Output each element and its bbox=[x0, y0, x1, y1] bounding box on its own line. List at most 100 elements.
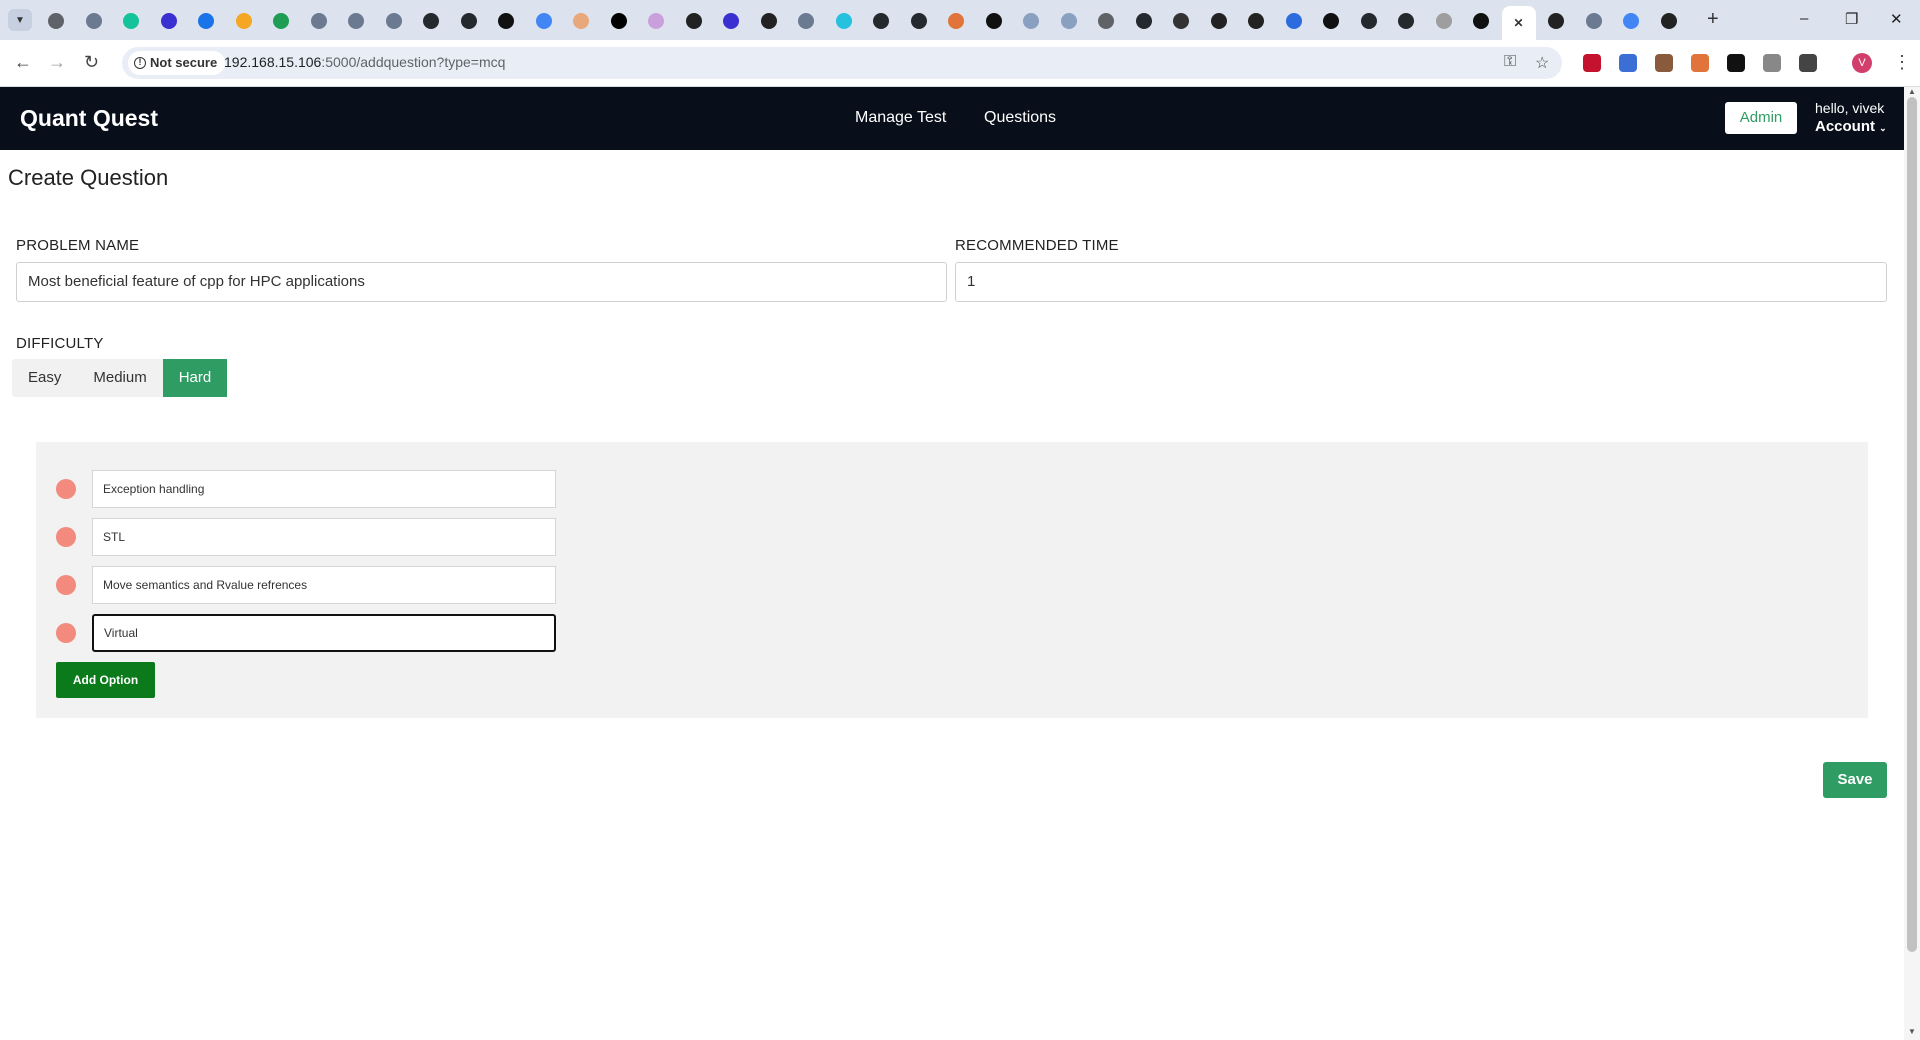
browser-tab[interactable] bbox=[719, 9, 743, 33]
difficulty-easy-button[interactable]: Easy bbox=[12, 359, 77, 397]
browser-tab[interactable] bbox=[494, 9, 518, 33]
browser-tab[interactable] bbox=[1657, 9, 1681, 33]
browser-tab-active[interactable]: ✕ bbox=[1501, 6, 1536, 40]
browser-tab[interactable] bbox=[1244, 9, 1268, 33]
reload-button[interactable]: ↻ bbox=[84, 52, 99, 73]
browser-tab[interactable] bbox=[569, 9, 593, 33]
forward-button[interactable]: → bbox=[48, 52, 66, 73]
account-menu[interactable]: Account ⌄ bbox=[1815, 118, 1887, 135]
browser-tab[interactable] bbox=[269, 9, 293, 33]
browser-tab[interactable] bbox=[1282, 9, 1306, 33]
browser-tab[interactable] bbox=[232, 9, 256, 33]
browser-menu-icon[interactable]: ⋮ bbox=[1893, 52, 1911, 73]
difficulty-medium-button[interactable]: Medium bbox=[77, 359, 162, 397]
nav-manage-test[interactable]: Manage Test bbox=[855, 109, 946, 127]
address-bar[interactable]: ! Not secure 192.168.15.106:5000/addques… bbox=[122, 47, 1562, 79]
extension-icon[interactable] bbox=[1583, 54, 1601, 72]
scroll-up-icon[interactable]: ▲ bbox=[1908, 87, 1916, 96]
browser-tab[interactable] bbox=[794, 9, 818, 33]
extension-icon[interactable] bbox=[1727, 54, 1745, 72]
scroll-down-icon[interactable]: ▼ bbox=[1908, 1027, 1916, 1036]
scrollbar-thumb[interactable] bbox=[1907, 97, 1917, 952]
browser-tab[interactable] bbox=[1432, 9, 1456, 33]
option-input[interactable]: Exception handling bbox=[92, 470, 556, 508]
browser-tab[interactable] bbox=[382, 9, 406, 33]
extension-icon[interactable] bbox=[1655, 54, 1673, 72]
browser-tab[interactable] bbox=[1319, 9, 1343, 33]
browser-tab[interactable] bbox=[644, 9, 668, 33]
brand-logo[interactable]: Quant Quest bbox=[20, 105, 158, 132]
save-button[interactable]: Save bbox=[1823, 762, 1887, 798]
browser-tab[interactable] bbox=[1582, 9, 1606, 33]
doc-icon bbox=[1435, 13, 1452, 29]
close-icon[interactable]: ✕ bbox=[1513, 16, 1523, 30]
page-scrollbar[interactable]: ▲ ▼ bbox=[1904, 87, 1920, 1040]
globe-icon bbox=[348, 13, 364, 29]
browser-tab[interactable] bbox=[532, 9, 556, 33]
browser-tab[interactable] bbox=[1394, 9, 1418, 33]
browser-tab[interactable] bbox=[757, 9, 781, 33]
browser-tab[interactable] bbox=[1207, 9, 1231, 33]
browser-tab[interactable] bbox=[982, 9, 1006, 33]
browser-tab[interactable] bbox=[1169, 9, 1193, 33]
star-icon[interactable]: ☆ bbox=[1535, 53, 1549, 73]
browser-tab[interactable] bbox=[1544, 9, 1568, 33]
extension-icon[interactable] bbox=[1799, 54, 1817, 72]
browser-tab[interactable] bbox=[344, 9, 368, 33]
tab-search-button[interactable]: ▼ bbox=[8, 9, 32, 31]
browser-tab[interactable] bbox=[1094, 9, 1118, 33]
browser-tab[interactable] bbox=[194, 9, 218, 33]
option-input[interactable]: Move semantics and Rvalue refrences bbox=[92, 566, 556, 604]
warning-icon: ! bbox=[134, 57, 146, 69]
browser-tab[interactable] bbox=[157, 9, 181, 33]
location-icon bbox=[573, 13, 589, 29]
browser-tab[interactable] bbox=[1057, 9, 1081, 33]
option-input[interactable]: Virtual bbox=[92, 614, 556, 652]
browser-tab[interactable] bbox=[1357, 9, 1381, 33]
security-chip[interactable]: ! Not secure bbox=[128, 51, 226, 75]
browser-tab[interactable] bbox=[869, 9, 893, 33]
key-icon[interactable]: ⚿ bbox=[1504, 53, 1516, 71]
github-icon bbox=[873, 13, 889, 29]
medium-icon bbox=[610, 13, 627, 29]
new-tab-button[interactable]: + bbox=[1707, 8, 1719, 31]
url-host: 192.168.15.106 bbox=[224, 54, 322, 70]
browser-tab[interactable] bbox=[44, 9, 68, 33]
browser-tab[interactable] bbox=[1019, 9, 1043, 33]
close-window-button[interactable]: ✕ bbox=[1890, 10, 1903, 28]
admin-button[interactable]: Admin bbox=[1725, 102, 1797, 134]
browser-tab[interactable] bbox=[1132, 9, 1156, 33]
browser-tab[interactable] bbox=[1469, 9, 1493, 33]
browser-tab[interactable] bbox=[607, 9, 631, 33]
minimize-button[interactable]: – bbox=[1800, 10, 1808, 27]
browser-tab[interactable] bbox=[419, 9, 443, 33]
github-icon bbox=[423, 13, 439, 29]
extension-icon[interactable] bbox=[1619, 54, 1637, 72]
option-remove-button[interactable] bbox=[56, 527, 76, 547]
option-remove-button[interactable] bbox=[56, 575, 76, 595]
nav-questions[interactable]: Questions bbox=[984, 109, 1056, 127]
restore-button[interactable]: ❐ bbox=[1845, 10, 1858, 28]
browser-tab[interactable] bbox=[82, 9, 106, 33]
extension-icon[interactable] bbox=[1763, 54, 1781, 72]
browser-tab[interactable] bbox=[307, 9, 331, 33]
browser-tab[interactable] bbox=[944, 9, 968, 33]
browser-tab[interactable] bbox=[457, 9, 481, 33]
difficulty-label: DIFFICULTY bbox=[16, 335, 104, 352]
recommended-time-input[interactable]: 1 bbox=[955, 262, 1887, 302]
browser-tab[interactable] bbox=[907, 9, 931, 33]
browser-tab[interactable] bbox=[119, 9, 143, 33]
browser-tab[interactable] bbox=[832, 9, 856, 33]
option-input[interactable]: STL bbox=[92, 518, 556, 556]
url-text[interactable]: 192.168.15.106:5000/addquestion?type=mcq bbox=[224, 54, 505, 70]
problem-name-input[interactable]: Most beneficial feature of cpp for HPC a… bbox=[16, 262, 947, 302]
browser-tab[interactable] bbox=[682, 9, 706, 33]
profile-avatar[interactable]: V bbox=[1852, 53, 1872, 73]
difficulty-hard-button[interactable]: Hard bbox=[162, 359, 228, 397]
add-option-button[interactable]: Add Option bbox=[56, 662, 155, 698]
extension-icon[interactable] bbox=[1691, 54, 1709, 72]
back-button[interactable]: ← bbox=[14, 52, 32, 73]
option-remove-button[interactable] bbox=[56, 623, 76, 643]
browser-tab[interactable] bbox=[1619, 9, 1643, 33]
option-remove-button[interactable] bbox=[56, 479, 76, 499]
